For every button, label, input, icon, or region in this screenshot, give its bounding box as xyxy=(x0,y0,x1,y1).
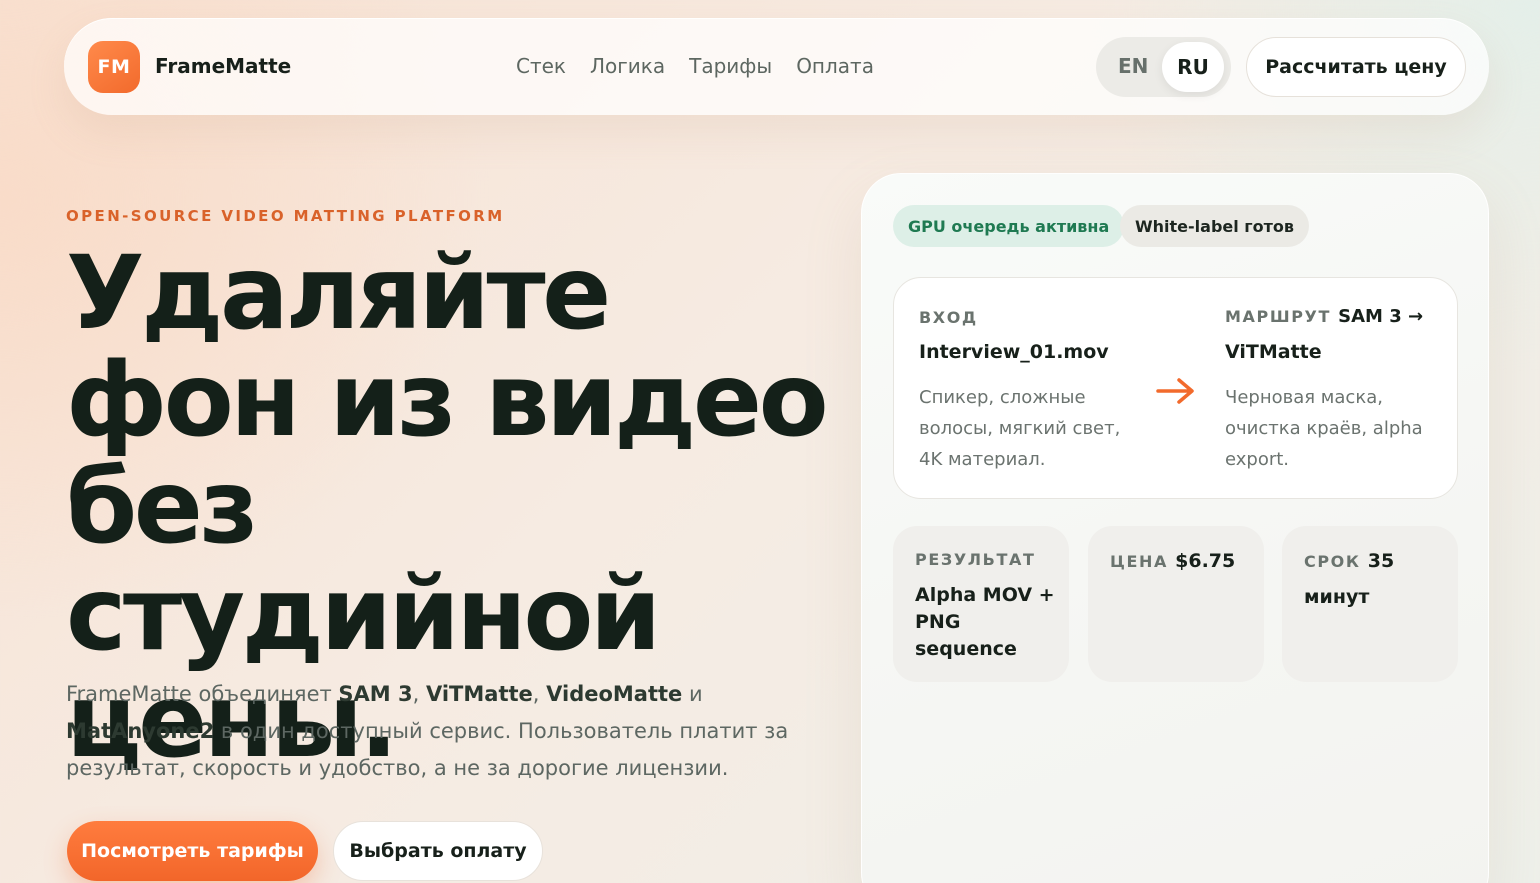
top-nav: FM FrameMatte Стек Логика Тарифы Оплата … xyxy=(64,18,1489,115)
time-value: 35 xyxy=(1367,550,1395,572)
pipeline-preview-card: GPU очередь активна White-label готов ВХ… xyxy=(861,173,1489,883)
input-filename: Interview_01.mov xyxy=(919,341,1109,363)
lang-en-option[interactable]: EN xyxy=(1118,54,1148,78)
hero-lead: FrameMatte объединяет SAM 3, ViTMatte, V… xyxy=(66,676,826,787)
lead-separator: , xyxy=(412,682,426,706)
nav-link-payment[interactable]: Оплата xyxy=(796,54,874,78)
view-pricing-button[interactable]: Посмотреть тарифы xyxy=(67,821,318,881)
model-vitmatte: ViTMatte xyxy=(425,682,533,706)
model-sam3: SAM 3 xyxy=(338,682,413,706)
language-switcher: EN RU xyxy=(1096,37,1231,97)
time-unit: минут xyxy=(1304,586,1370,608)
nav-link-logic[interactable]: Логика xyxy=(590,54,665,78)
choose-payment-button[interactable]: Выбрать оплату xyxy=(333,821,543,881)
stat-result: РЕЗУЛЬТАТ Alpha MOV + PNG sequence xyxy=(893,526,1069,682)
calculate-price-button[interactable]: Рассчитать цену xyxy=(1246,37,1466,97)
hero-eyebrow: OPEN-SOURCE VIDEO MATTING PLATFORM xyxy=(66,207,505,225)
route-label-text: МАРШРУТ xyxy=(1225,307,1331,326)
lang-ru-option[interactable]: RU xyxy=(1162,42,1224,92)
nav-link-stack[interactable]: Стек xyxy=(516,54,566,78)
price-label: ЦЕНА $6.75 xyxy=(1110,550,1235,572)
nav-links: Стек Логика Тарифы Оплата xyxy=(516,54,874,78)
white-label-chip: White-label готов xyxy=(1120,205,1310,247)
gpu-queue-status-chip: GPU очередь активна xyxy=(893,205,1125,247)
lead-separator: , xyxy=(532,682,547,706)
input-label: ВХОД xyxy=(919,308,978,327)
route-panel: ВХОД Interview_01.mov Спикер, сложные во… xyxy=(893,277,1458,499)
result-value: Alpha MOV + PNG sequence xyxy=(915,584,1055,660)
result-label: РЕЗУЛЬТАТ xyxy=(915,550,1036,569)
nav-link-pricing[interactable]: Тарифы xyxy=(689,54,772,78)
model-matanyone2: MatAnyone2 xyxy=(66,719,215,743)
price-label-text: ЦЕНА xyxy=(1110,552,1168,571)
price-value: $6.75 xyxy=(1175,550,1236,572)
lead-text-start: FrameMatte объединяет xyxy=(66,682,339,706)
stat-price: ЦЕНА $6.75 xyxy=(1088,526,1264,682)
time-label-text: СРОК xyxy=(1304,552,1361,571)
logo-badge[interactable]: FM xyxy=(88,41,140,93)
input-description: Спикер, сложные волосы, мягкий свет, 4K … xyxy=(919,387,1121,470)
brand-name[interactable]: FrameMatte xyxy=(155,54,291,78)
route-label: МАРШРУТ SAM 3 → xyxy=(1225,306,1423,327)
route-description: Черновая маска, очистка краёв, alpha exp… xyxy=(1225,387,1423,470)
stat-time: СРОК 35 минут xyxy=(1282,526,1458,682)
arrow-right-icon xyxy=(1156,378,1194,404)
lead-separator: и xyxy=(682,682,703,706)
model-videomatte: VideoMatte xyxy=(546,682,683,706)
route-label-value: SAM 3 → xyxy=(1338,306,1424,327)
time-label: СРОК 35 xyxy=(1304,550,1394,572)
route-model: ViTMatte xyxy=(1225,341,1322,363)
